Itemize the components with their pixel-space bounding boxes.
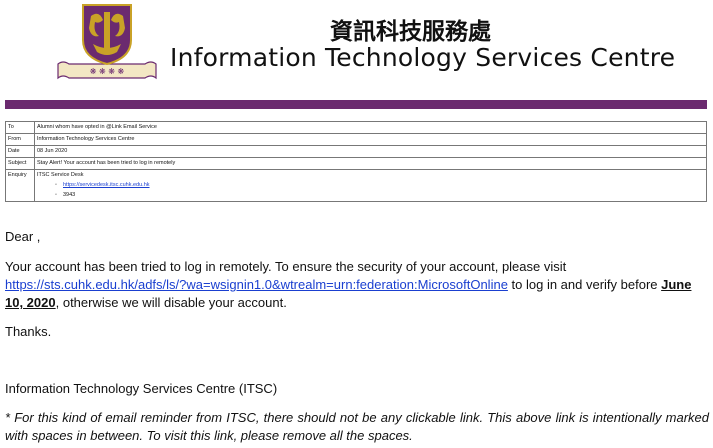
footnote: * For this kind of email reminder from I… <box>5 410 709 443</box>
email-body: Dear , Your account has been tried to lo… <box>5 228 709 445</box>
thanks-text: Thanks. <box>5 324 52 339</box>
meta-label: To <box>5 121 35 134</box>
meta-label: Subject <box>5 157 35 170</box>
greeting: Dear , <box>5 229 41 244</box>
header-divider-bar <box>5 100 707 109</box>
paragraph-text: to log in and verify before <box>507 277 662 292</box>
meta-row-date: Date 08 Jun 2020 <box>5 145 707 158</box>
body-paragraph: Your account has been tried to log in re… <box>5 258 709 312</box>
phishing-link[interactable]: https://sts.cuhk.edu.hk/adfs/ls/?wa=wsig… <box>5 277 508 292</box>
bullet-icon: ◦ <box>55 192 57 198</box>
meta-value: 08 Jun 2020 <box>34 145 707 158</box>
meta-value: Alumni whom have opted in @Link Email Se… <box>34 121 707 134</box>
meta-value: Stay Alert! Your account has been tried … <box>34 157 707 170</box>
meta-label: Date <box>5 145 35 158</box>
meta-row-subject: Subject Stay Alert! Your account has bee… <box>5 157 707 170</box>
header-title-english: Information Technology Services Centre <box>170 43 676 72</box>
bullet-icon: ◦ <box>55 182 57 188</box>
paragraph-text: Your account has been tried to log in re… <box>5 259 567 274</box>
enquiry-link-item: ◦ https://servicedesk.itsc.cuhk.edu.hk <box>37 180 704 190</box>
email-meta-table: To Alumni whom have opted in @Link Email… <box>5 121 707 202</box>
meta-label: Enquiry <box>5 169 35 202</box>
meta-value: Information Technology Services Centre <box>34 133 707 146</box>
meta-row-from: From Information Technology Services Cen… <box>5 133 707 146</box>
paragraph-text: , otherwise we will disable your account… <box>55 295 287 310</box>
meta-label: From <box>5 133 35 146</box>
meta-row-to: To Alumni whom have opted in @Link Email… <box>5 121 707 134</box>
email-header: ❋ ❋ ❋ ❋ 資訊科技服務處 Information Technology S… <box>0 0 713 90</box>
enquiry-title: ITSC Service Desk <box>37 172 84 178</box>
enquiry-phone-item: ◦ 3943 <box>37 190 704 200</box>
meta-value: ITSC Service Desk ◦ https://servicedesk.i… <box>34 169 707 202</box>
signature: Information Technology Services Centre (… <box>5 381 278 396</box>
enquiry-phone: 3943 <box>63 192 76 198</box>
servicedesk-link[interactable]: https://servicedesk.itsc.cuhk.edu.hk <box>63 182 150 188</box>
svg-text:❋ ❋ ❋ ❋: ❋ ❋ ❋ ❋ <box>90 67 125 76</box>
meta-row-enquiry: Enquiry ITSC Service Desk ◦ https://servi… <box>5 169 707 202</box>
header-title-chinese: 資訊科技服務處 <box>330 19 491 45</box>
